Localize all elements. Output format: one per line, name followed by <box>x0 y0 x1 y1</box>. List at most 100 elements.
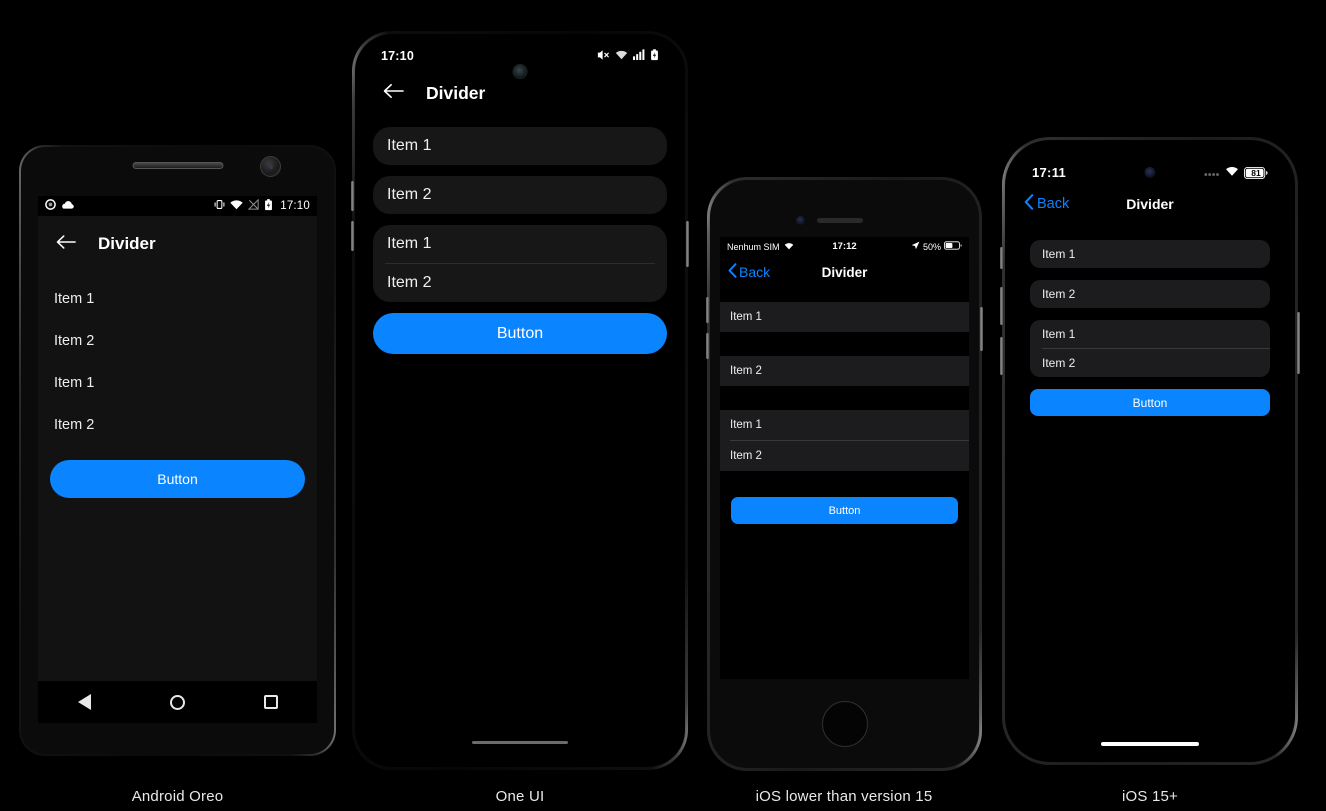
battery-icon <box>944 241 962 252</box>
carrier-label: Nenhum SIM <box>727 241 780 252</box>
primary-button[interactable]: Button <box>731 497 958 524</box>
status-bar-right-icons: 81 <box>1204 165 1268 180</box>
device-caption-ios-lower-15: iOS lower than version 15 <box>755 788 933 805</box>
status-bar-right: 50% <box>857 241 962 252</box>
list-item[interactable]: Item 2 <box>38 320 317 362</box>
list-item[interactable]: Item 1 <box>720 410 969 440</box>
list-item-label: Item 2 <box>54 417 95 433</box>
list-item-label: Item 2 <box>54 333 95 349</box>
android-list: Item 1 Item 2 Item 1 Item 2 <box>38 272 317 446</box>
home-button[interactable] <box>821 701 868 747</box>
status-bar-right-icons <box>597 48 659 64</box>
device-ios-lower-15: Nenhum SIM 17:12 50% Back Divider Item 1… <box>706 177 983 771</box>
cloud-icon <box>61 200 74 213</box>
primary-button[interactable]: Button <box>50 460 305 498</box>
home-indicator[interactable] <box>1101 742 1199 746</box>
ios-15-plus-screen: 17:11 81 Back Divider Item 1 Item 2 Item… <box>1010 145 1290 757</box>
arrow-left-icon[interactable] <box>56 234 76 255</box>
list-item[interactable]: Item 2 <box>373 176 667 214</box>
power-button[interactable] <box>980 307 983 351</box>
list-item-label: Item 2 <box>387 186 432 203</box>
list-item[interactable]: Item 1 <box>38 362 317 404</box>
volume-down-button[interactable] <box>351 221 354 251</box>
nav-recents-icon[interactable] <box>263 695 278 709</box>
list-item[interactable]: Item 1 <box>1030 240 1270 268</box>
list-item-label: Item 1 <box>730 311 762 323</box>
volume-down-button[interactable] <box>706 333 709 359</box>
status-bar-time: 17:10 <box>381 49 414 63</box>
device-caption-ios-15-plus: iOS 15+ <box>1121 788 1179 805</box>
list-section-divided: Item 1 Item 2 <box>720 410 969 471</box>
power-button[interactable] <box>1297 312 1300 374</box>
signal-bars-icon <box>633 49 645 63</box>
one-ui-screen: 17:10 Divider Item 1 Item 2 Item 1 Item … <box>363 42 677 759</box>
list-item-label: Item 2 <box>387 274 432 291</box>
list-section: Item 1 <box>720 302 969 332</box>
wifi-icon <box>784 242 794 252</box>
device-caption-android-oreo: Android Oreo <box>131 788 224 805</box>
punch-hole-camera-icon <box>512 64 528 79</box>
arrow-left-icon[interactable] <box>383 83 404 104</box>
battery-level-label: 81 <box>1251 167 1261 178</box>
list-item[interactable]: Item 1 <box>373 225 667 263</box>
ios-lower-15-screen: Nenhum SIM 17:12 50% Back Divider Item 1… <box>720 237 969 679</box>
list-item[interactable]: Item 2 <box>1030 349 1270 377</box>
front-camera-icon <box>1144 167 1156 178</box>
list-card: Item 2 <box>1030 280 1270 308</box>
status-bar-time: 17:10 <box>280 200 310 212</box>
list-item-label: Item 2 <box>730 365 762 377</box>
list-item-label: Item 1 <box>54 375 95 391</box>
list-item[interactable]: Item 2 <box>373 264 667 302</box>
device-one-ui: 17:10 Divider Item 1 Item 2 Item 1 Item … <box>351 31 689 770</box>
volume-up-button[interactable] <box>706 297 709 323</box>
primary-button[interactable]: Button <box>373 313 667 354</box>
list-card-divided: Item 1 Item 2 <box>1030 320 1270 377</box>
ios-status-bar: Nenhum SIM 17:12 50% <box>720 237 969 256</box>
android-oreo-screen: 17:10 Divider Item 1 Item 2 Item 1 Item … <box>38 196 317 723</box>
nav-back-icon[interactable] <box>77 694 91 710</box>
earpiece-speaker <box>817 218 863 223</box>
list-item[interactable]: Item 1 <box>720 302 969 332</box>
primary-button-label: Button <box>1132 395 1168 410</box>
status-bar-time: 17:12 <box>832 241 857 252</box>
list-card: Item 1 <box>373 127 667 165</box>
list-item-label: Item 1 <box>54 291 95 307</box>
list-card-divided: Item 1 Item 2 <box>373 225 667 302</box>
page-title: Divider <box>1126 196 1174 212</box>
battery-percent-label: 50% <box>922 241 941 252</box>
volume-up-button[interactable] <box>351 181 354 211</box>
notch-island <box>1111 150 1189 167</box>
list-item-label: Item 1 <box>387 235 432 252</box>
nav-home-icon[interactable] <box>169 694 185 710</box>
list-item[interactable]: Item 2 <box>38 404 317 446</box>
front-camera-icon <box>260 156 281 177</box>
front-camera-icon <box>796 216 805 225</box>
status-bar-time: 17:11 <box>1032 165 1067 180</box>
volume-down-button[interactable] <box>1000 337 1003 375</box>
list-section: Item 2 <box>720 356 969 386</box>
signal-off-icon <box>247 198 259 213</box>
status-bar-left: Nenhum SIM <box>727 242 832 252</box>
wifi-icon <box>615 49 628 64</box>
power-button[interactable] <box>686 221 689 267</box>
list-item[interactable]: Item 2 <box>720 441 969 471</box>
list-item-label: Item 2 <box>730 450 762 462</box>
battery-icon <box>650 48 659 64</box>
ios-nav-bar: Back Divider <box>720 256 969 288</box>
android-app-bar: Divider <box>38 216 317 272</box>
page-title: Divider <box>821 264 868 280</box>
volume-up-button[interactable] <box>1000 287 1003 325</box>
list-item[interactable]: Item 2 <box>1030 280 1270 308</box>
list-item[interactable]: Item 2 <box>720 356 969 386</box>
list-item-label: Item 1 <box>1042 247 1076 261</box>
primary-button[interactable]: Button <box>1030 389 1270 416</box>
home-indicator[interactable] <box>472 741 568 744</box>
list-item[interactable]: Item 1 <box>38 278 317 320</box>
list-item[interactable]: Item 1 <box>373 127 667 165</box>
list-item[interactable]: Item 1 <box>1030 320 1270 348</box>
list-item-label: Item 2 <box>1042 356 1076 370</box>
vibrate-icon <box>214 199 225 213</box>
mute-switch[interactable] <box>1000 247 1003 269</box>
location-arrow-icon <box>911 241 920 252</box>
